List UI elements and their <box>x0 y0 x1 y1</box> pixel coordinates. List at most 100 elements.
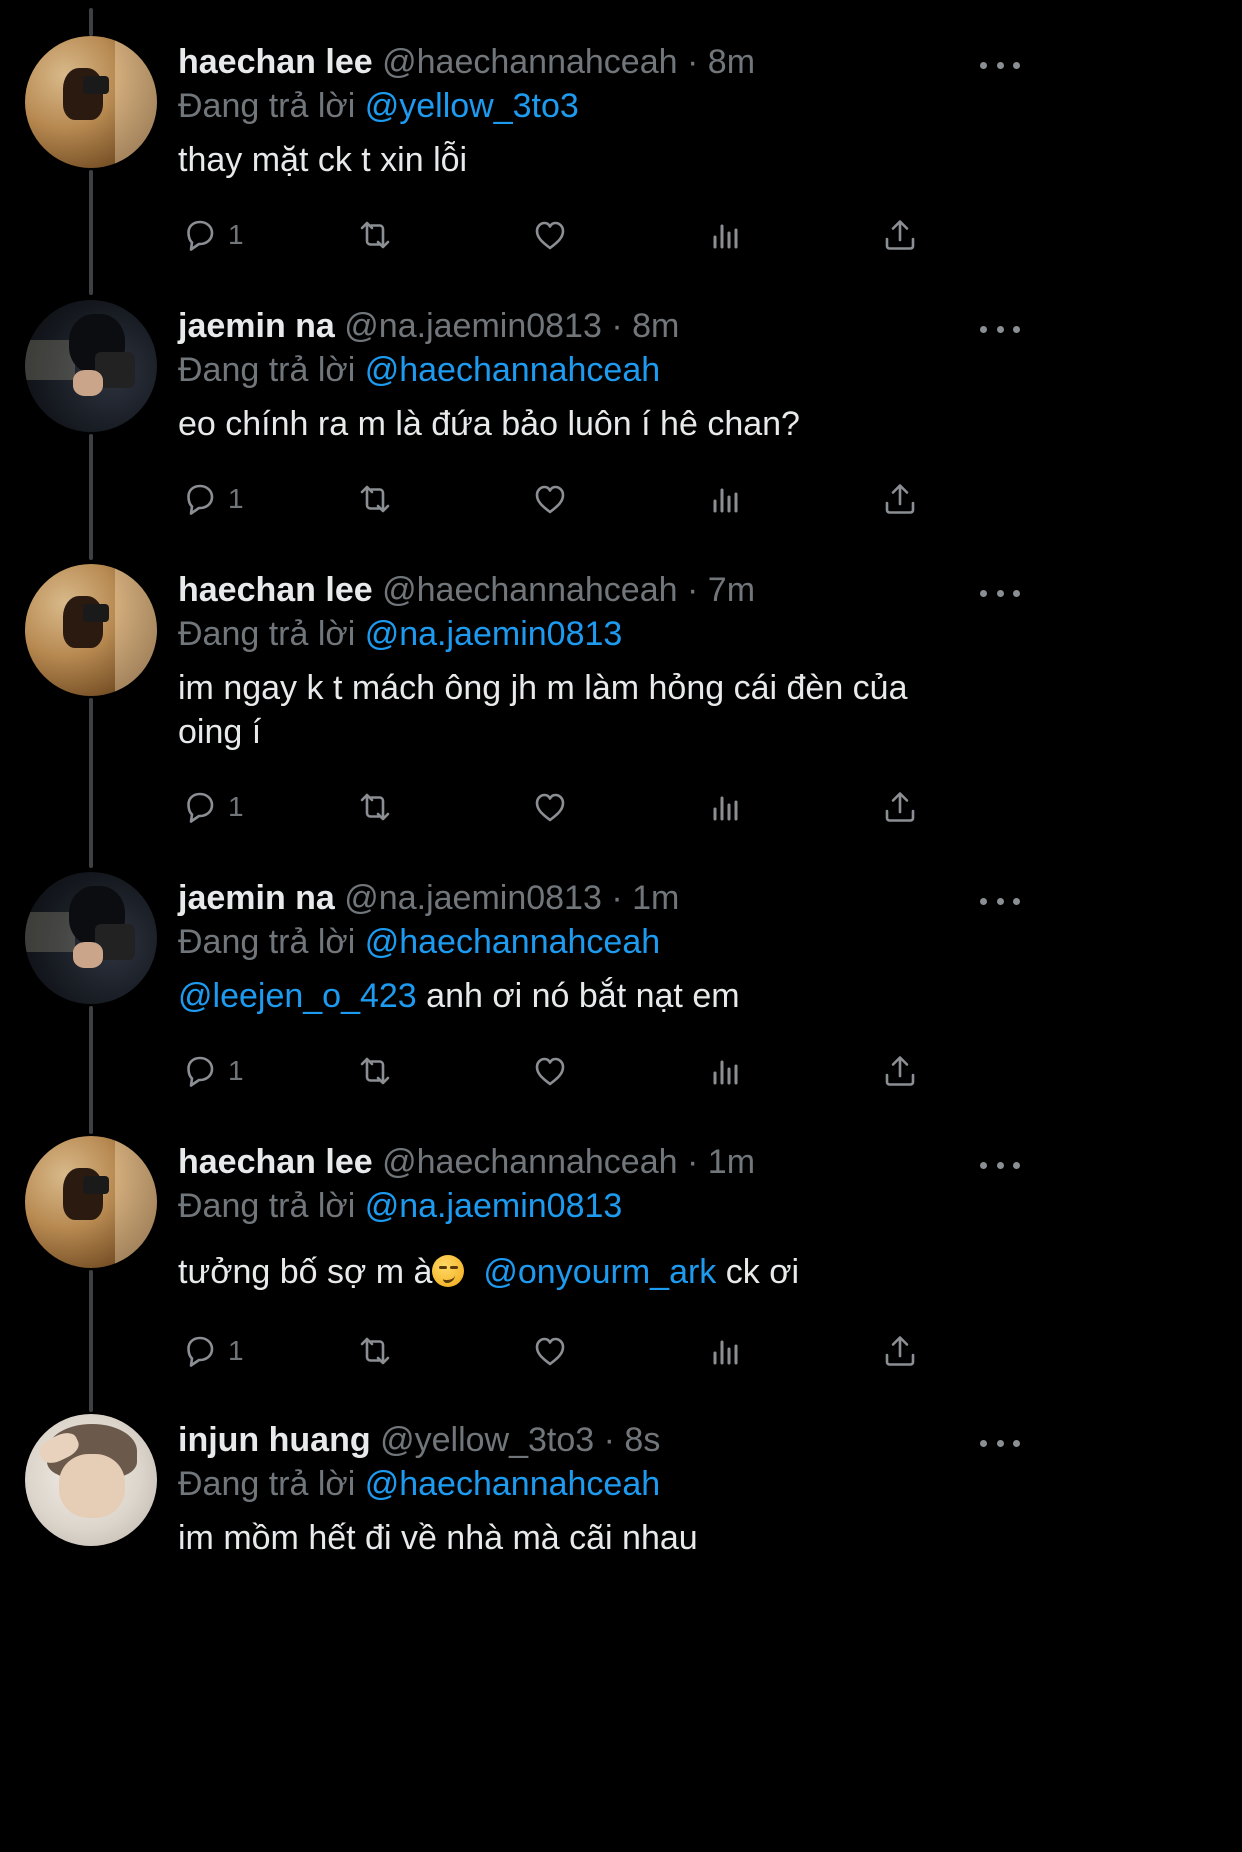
user-handle[interactable]: @yellow_3to3 <box>380 1421 594 1459</box>
avatar[interactable] <box>25 300 157 432</box>
views-icon <box>713 224 738 249</box>
replying-to-mention[interactable]: @haechannahceah <box>365 1465 660 1503</box>
tweet-text: eo chính ra m là đứa bảo luôn í hê chan? <box>178 405 800 443</box>
heart-icon <box>535 221 565 250</box>
share-button[interactable] <box>878 212 922 258</box>
retweet-icon <box>360 1057 390 1085</box>
user-handle[interactable]: @haechannahceah <box>382 1143 677 1181</box>
avatar[interactable] <box>25 36 157 168</box>
timestamp[interactable]: 8m <box>708 43 755 81</box>
user-handle[interactable]: @haechannahceah <box>382 571 677 609</box>
tweet-text: thay mặt ck t xin lỗi <box>178 141 468 179</box>
display-name[interactable]: injun huang <box>178 1421 371 1459</box>
replying-to-mention[interactable]: @haechannahceah <box>365 923 660 961</box>
share-button[interactable] <box>878 1048 922 1094</box>
share-button[interactable] <box>878 476 922 522</box>
more-icon[interactable] <box>980 578 1020 608</box>
reply-icon <box>187 484 214 515</box>
display-name[interactable]: haechan lee <box>178 43 373 81</box>
views-button[interactable] <box>703 784 747 830</box>
retweet-button[interactable] <box>353 784 397 830</box>
reply-count: 1 <box>228 1055 244 1086</box>
display-name[interactable]: haechan lee <box>178 1143 373 1181</box>
separator-dot: · <box>611 307 623 345</box>
replying-to-label: Đang trả lời <box>178 923 356 961</box>
display-name[interactable]: jaemin na <box>178 307 335 345</box>
replying-to: Đang trả lời @yellow_3to3 <box>178 84 579 128</box>
reply-button[interactable]: 1 <box>178 1328 244 1374</box>
more-icon[interactable] <box>980 1150 1020 1180</box>
avatar[interactable] <box>25 1136 157 1268</box>
tweet-text: @leejen_o_423 anh ơi nó bắt nạt em <box>178 974 1008 1018</box>
replying-to-mention[interactable]: @haechannahceah <box>365 351 660 389</box>
tweet-text: im ngay k t mách ông jh m làm hỏng cái đ… <box>178 666 1008 754</box>
display-name[interactable]: haechan lee <box>178 571 373 609</box>
share-button[interactable] <box>878 784 922 830</box>
replying-to: Đang trả lời @na.jaemin0813 <box>178 612 622 656</box>
heart-icon <box>535 1057 565 1086</box>
retweet-icon <box>360 793 390 821</box>
views-button[interactable] <box>703 476 747 522</box>
replying-to-mention[interactable]: @na.jaemin0813 <box>365 1187 623 1225</box>
heart-icon <box>535 485 565 514</box>
more-icon[interactable] <box>980 314 1020 344</box>
retweet-button[interactable] <box>353 476 397 522</box>
display-name[interactable]: jaemin na <box>178 879 335 917</box>
timestamp[interactable]: 7m <box>708 571 755 609</box>
views-button[interactable] <box>703 1048 747 1094</box>
like-button[interactable] <box>528 784 572 830</box>
replying-to-label: Đang trả lời <box>178 87 356 125</box>
replying-to-mention[interactable]: @yellow_3to3 <box>365 87 579 125</box>
reply-count: 1 <box>228 483 244 514</box>
avatar[interactable] <box>25 1414 157 1546</box>
retweet-button[interactable] <box>353 1048 397 1094</box>
timestamp[interactable]: 1m <box>632 879 679 917</box>
reply-button[interactable]: 1 <box>178 1048 244 1094</box>
more-icon[interactable] <box>980 1428 1020 1458</box>
heart-icon <box>535 793 565 822</box>
text-mention[interactable]: @onyourm_ark <box>483 1253 716 1291</box>
share-icon <box>885 1056 915 1086</box>
avatar[interactable] <box>25 564 157 696</box>
views-icon <box>713 1340 738 1365</box>
separator-dot: · <box>687 1143 699 1181</box>
reply-button[interactable]: 1 <box>178 212 244 258</box>
replying-to-label: Đang trả lời <box>178 615 356 653</box>
tweet-text: im mồm hết đi về nhà mà cãi nhau <box>178 1519 698 1557</box>
timestamp[interactable]: 8m <box>632 307 679 345</box>
retweet-button[interactable] <box>353 212 397 258</box>
like-button[interactable] <box>528 1328 572 1374</box>
timestamp[interactable]: 8s <box>624 1421 660 1459</box>
share-button[interactable] <box>878 1328 922 1374</box>
reply-button[interactable]: 1 <box>178 476 244 522</box>
views-button[interactable] <box>703 1328 747 1374</box>
timestamp[interactable]: 1m <box>708 1143 755 1181</box>
replying-to-mention[interactable]: @na.jaemin0813 <box>365 615 623 653</box>
user-handle[interactable]: @na.jaemin0813 <box>344 879 602 917</box>
text-mention[interactable]: @leejen_o_423 <box>178 977 417 1015</box>
user-handle[interactable]: @haechannahceah <box>382 43 677 81</box>
like-button[interactable] <box>528 212 572 258</box>
reply-icon <box>187 220 214 251</box>
thread-line <box>89 1270 93 1412</box>
avatar[interactable] <box>25 872 157 1004</box>
tweet-text-before: tưởng bố sợ m à <box>178 1253 433 1291</box>
like-button[interactable] <box>528 1048 572 1094</box>
thread-line <box>89 434 93 560</box>
retweet-button[interactable] <box>353 1328 397 1374</box>
share-icon <box>885 484 915 514</box>
retweet-icon <box>360 485 390 513</box>
like-button[interactable] <box>528 476 572 522</box>
reply-icon <box>187 1056 214 1087</box>
more-icon[interactable] <box>980 886 1020 916</box>
more-icon[interactable] <box>980 50 1020 80</box>
views-button[interactable] <box>703 212 747 258</box>
views-icon <box>713 488 738 513</box>
reply-button[interactable]: 1 <box>178 784 244 830</box>
replying-to-label: Đang trả lời <box>178 1187 356 1225</box>
views-icon <box>713 1060 738 1085</box>
thread-line <box>89 698 93 868</box>
user-handle[interactable]: @na.jaemin0813 <box>344 307 602 345</box>
thread-line <box>89 170 93 295</box>
tweet-text-line: im ngay k t mách ông jh m làm hỏng cái đ… <box>178 669 908 707</box>
